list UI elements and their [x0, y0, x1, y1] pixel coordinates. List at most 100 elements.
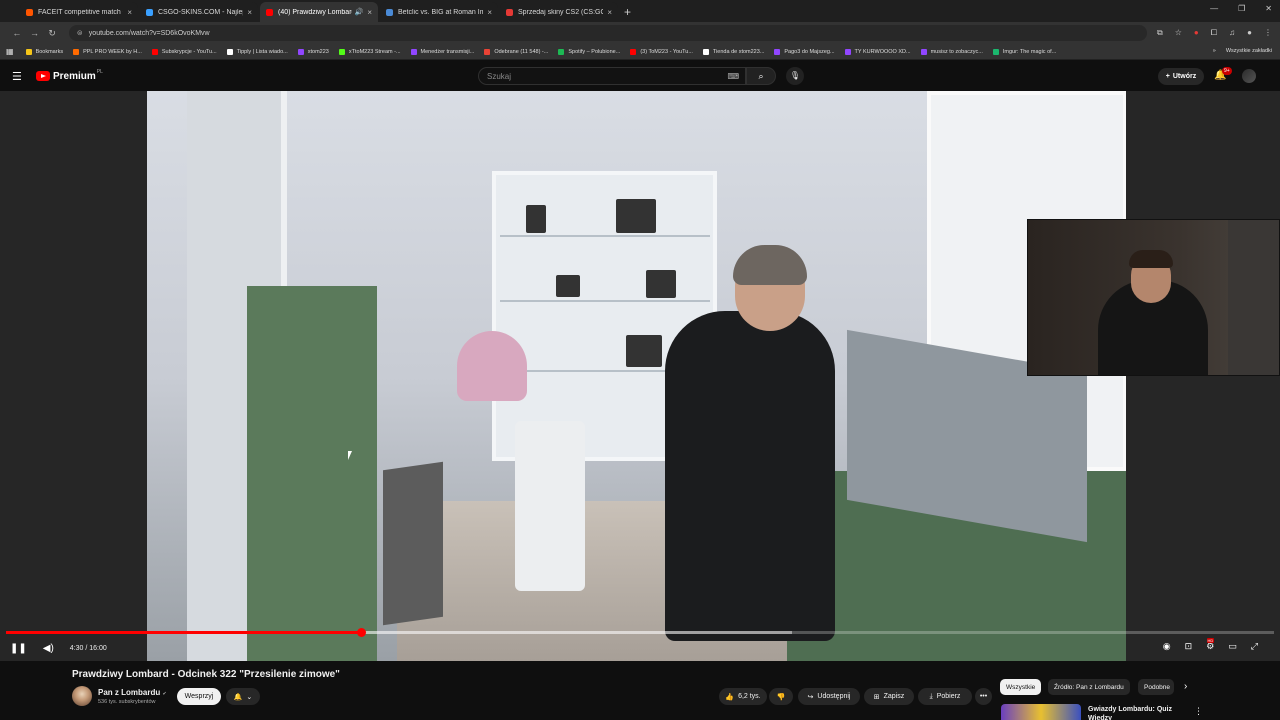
browser-tab[interactable]: Sprzedaj skiny CS2 (CS:GO) | Na× [500, 2, 618, 22]
bookmark-list: Bookmarks PPL PRO WEEK by H... Subskrypcje… [25, 48, 1067, 55]
recommended-thumbnail[interactable] [1001, 704, 1081, 720]
install-app-icon[interactable]: ⧉ [1157, 28, 1163, 38]
bookmark-item[interactable]: xTtoM223 Stream -... [338, 48, 401, 55]
reload-icon[interactable]: ↻ [43, 28, 61, 39]
forward-icon[interactable]: → [26, 28, 44, 38]
bookmarks-more-icon[interactable]: » [1213, 48, 1216, 54]
mouse-cursor-icon [348, 451, 352, 460]
tab-close-icon[interactable]: × [487, 8, 492, 17]
progress-bar[interactable] [6, 628, 1274, 637]
chevron-right-icon[interactable]: › [1184, 681, 1187, 692]
extension-red-icon[interactable]: ● [1194, 28, 1199, 38]
browser-tab[interactable]: CSGO-SKINS.COM - Najlepsze × [140, 2, 258, 22]
bookmark-item[interactable]: TY KURWOOOO XD... [844, 48, 911, 55]
bookmark-item[interactable]: Imgur: The magic of... [992, 48, 1056, 55]
bookmark-item[interactable]: musisz to zobaczyc... [920, 48, 983, 55]
download-label: Pobierz [936, 693, 961, 700]
webcam-person-hair [1129, 250, 1173, 268]
search-placeholder: Szukaj [487, 72, 512, 81]
search-button[interactable]: ⌕ [746, 67, 776, 85]
chip-source[interactable]: Źródło: Pan z Lombardu [1048, 679, 1130, 695]
bookmark-item[interactable]: Odebrane (11 548) -... [484, 48, 548, 55]
video-frame[interactable] [147, 91, 1126, 661]
browser-tab[interactable]: Betclic vs. BIG at Roman Imperium× [380, 2, 498, 22]
scrubber-handle[interactable] [357, 628, 367, 637]
bookmarks-overflow: » Wszystkie zakładki [1213, 48, 1272, 54]
bookmark-item[interactable]: (3) ToM223 - YouTu... [630, 48, 693, 55]
bookmark-item[interactable]: xtom223 [297, 48, 329, 55]
bookmark-item[interactable]: Tienda de xtom223... [702, 48, 764, 55]
more-actions-button[interactable]: ••• [975, 688, 992, 705]
chip-all[interactable]: Wszystkie [1000, 679, 1042, 695]
create-button[interactable]: + Utwórz [1158, 68, 1204, 85]
guide-menu-icon[interactable]: ☰ [12, 70, 24, 83]
tab-close-icon[interactable]: × [607, 8, 612, 17]
subtitles-icon[interactable]: ⊡ [1185, 641, 1193, 652]
video-person [665, 245, 835, 661]
tab-favicon-icon [146, 8, 153, 16]
theater-mode-icon[interactable]: ▭ [1228, 641, 1237, 652]
tab-close-icon[interactable]: × [247, 8, 252, 17]
volume-icon[interactable]: ◀) [43, 643, 54, 654]
site-info-icon[interactable]: ⊜ [77, 29, 83, 37]
browser-tab[interactable]: FACEIT competitive match - FACEIT × [20, 2, 138, 22]
channel-name[interactable]: Pan z Lombardu ✔ [98, 688, 167, 697]
browser-menu-icon[interactable]: ⋮ [1264, 28, 1272, 38]
bookmark-item[interactable]: Subskrypcje - YouTu... [151, 48, 217, 55]
back-icon[interactable]: ← [8, 28, 26, 38]
youtube-header: ☰ Premium PL Szukaj ⌨ ⌕ 🎙 + Utwórz 🔔 9+ [0, 61, 1280, 91]
recommended-more-icon[interactable]: ⋮ [1194, 706, 1203, 717]
voice-search-button[interactable]: 🎙 [786, 67, 804, 85]
share-button[interactable]: ↪ Udostępnij [798, 688, 860, 705]
bookmark-favicon-icon [702, 48, 709, 55]
bookmark-star-icon[interactable]: ☆ [1175, 28, 1182, 38]
search-icon: ⌕ [758, 71, 764, 81]
channel-avatar[interactable] [72, 686, 92, 706]
bookmark-item[interactable]: Spotify – Polubione... [558, 48, 620, 55]
subscription-bell-button[interactable]: 🔔 ⌄ [226, 688, 260, 705]
like-button[interactable]: 👍 6,2 tys. [719, 688, 767, 705]
tab-close-icon[interactable]: × [127, 8, 132, 17]
youtube-logo[interactable]: Premium PL [36, 69, 103, 82]
bookmark-item[interactable]: Pago3 do Majszeg... [774, 48, 835, 55]
account-avatar[interactable] [1242, 69, 1256, 83]
dislike-button[interactable]: 👎 [769, 688, 793, 705]
download-button[interactable]: ⤓ Pobierz [918, 688, 972, 705]
tab-audio-icon[interactable]: 🔊 [355, 8, 364, 16]
address-text: youtube.com/watch?v=SD6kOvoKMvw [88, 29, 210, 37]
maximize-icon[interactable]: ❐ [1238, 4, 1245, 13]
search-input[interactable]: Szukaj ⌨ [478, 67, 746, 85]
pause-icon[interactable]: ❚❚ [10, 643, 27, 654]
support-button[interactable]: Wesprzyj [177, 688, 221, 705]
bookmark-favicon-icon [151, 48, 158, 55]
bookmark-item[interactable]: PPL PRO WEEK by H... [73, 48, 142, 55]
bookmark-item[interactable]: Menedżer transmisji... [410, 48, 474, 55]
minimize-icon[interactable]: — [1210, 4, 1218, 13]
address-input[interactable]: ⊜ youtube.com/watch?v=SD6kOvoKMvw [68, 25, 1148, 41]
bookmark-item[interactable]: Tipply | Lista wiado... [226, 48, 288, 55]
media-control-icon[interactable]: ♫ [1229, 28, 1235, 38]
bookmark-favicon-icon [25, 48, 32, 55]
video-player[interactable]: ❚❚ ◀) 4:30 / 16:00 ◉ ⊡ ⚙ HD ▭ ⤢ [0, 91, 1280, 661]
subscriber-count: 536 tys. subskrybentów [98, 699, 156, 705]
new-tab-icon[interactable]: + [624, 2, 631, 22]
all-bookmarks-folder[interactable]: Wszystkie zakładki [1226, 48, 1272, 54]
keyboard-icon[interactable]: ⌨ [727, 72, 739, 81]
recommended-title[interactable]: Gwiazdy Lombardu: Quiz Wiedzy [1088, 705, 1178, 720]
apps-grid-icon[interactable]: ▦ [6, 47, 14, 56]
settings-gear-icon[interactable]: ⚙ HD [1206, 638, 1215, 652]
browser-tab[interactable]: (40) Prawdziwy Lombard - Od🔊× [260, 2, 378, 22]
save-button[interactable]: ⊞ Zapisz [864, 688, 914, 705]
person-hair [733, 245, 807, 285]
autoplay-toggle-icon[interactable]: ◉ [1163, 641, 1171, 652]
chip-related[interactable]: Podobne [1138, 679, 1174, 695]
profile-icon[interactable]: ● [1247, 28, 1252, 38]
bookmark-favicon-icon [844, 48, 851, 55]
video-pink-stroller [457, 331, 527, 401]
bookmark-favicon-icon [992, 48, 999, 55]
close-window-icon[interactable]: ✕ [1265, 4, 1272, 13]
extensions-puzzle-icon[interactable]: ⧠ [1211, 28, 1217, 38]
bookmark-item[interactable]: Bookmarks [25, 48, 63, 55]
tab-close-icon[interactable]: × [367, 8, 372, 17]
fullscreen-icon[interactable]: ⤢ [1251, 641, 1258, 652]
